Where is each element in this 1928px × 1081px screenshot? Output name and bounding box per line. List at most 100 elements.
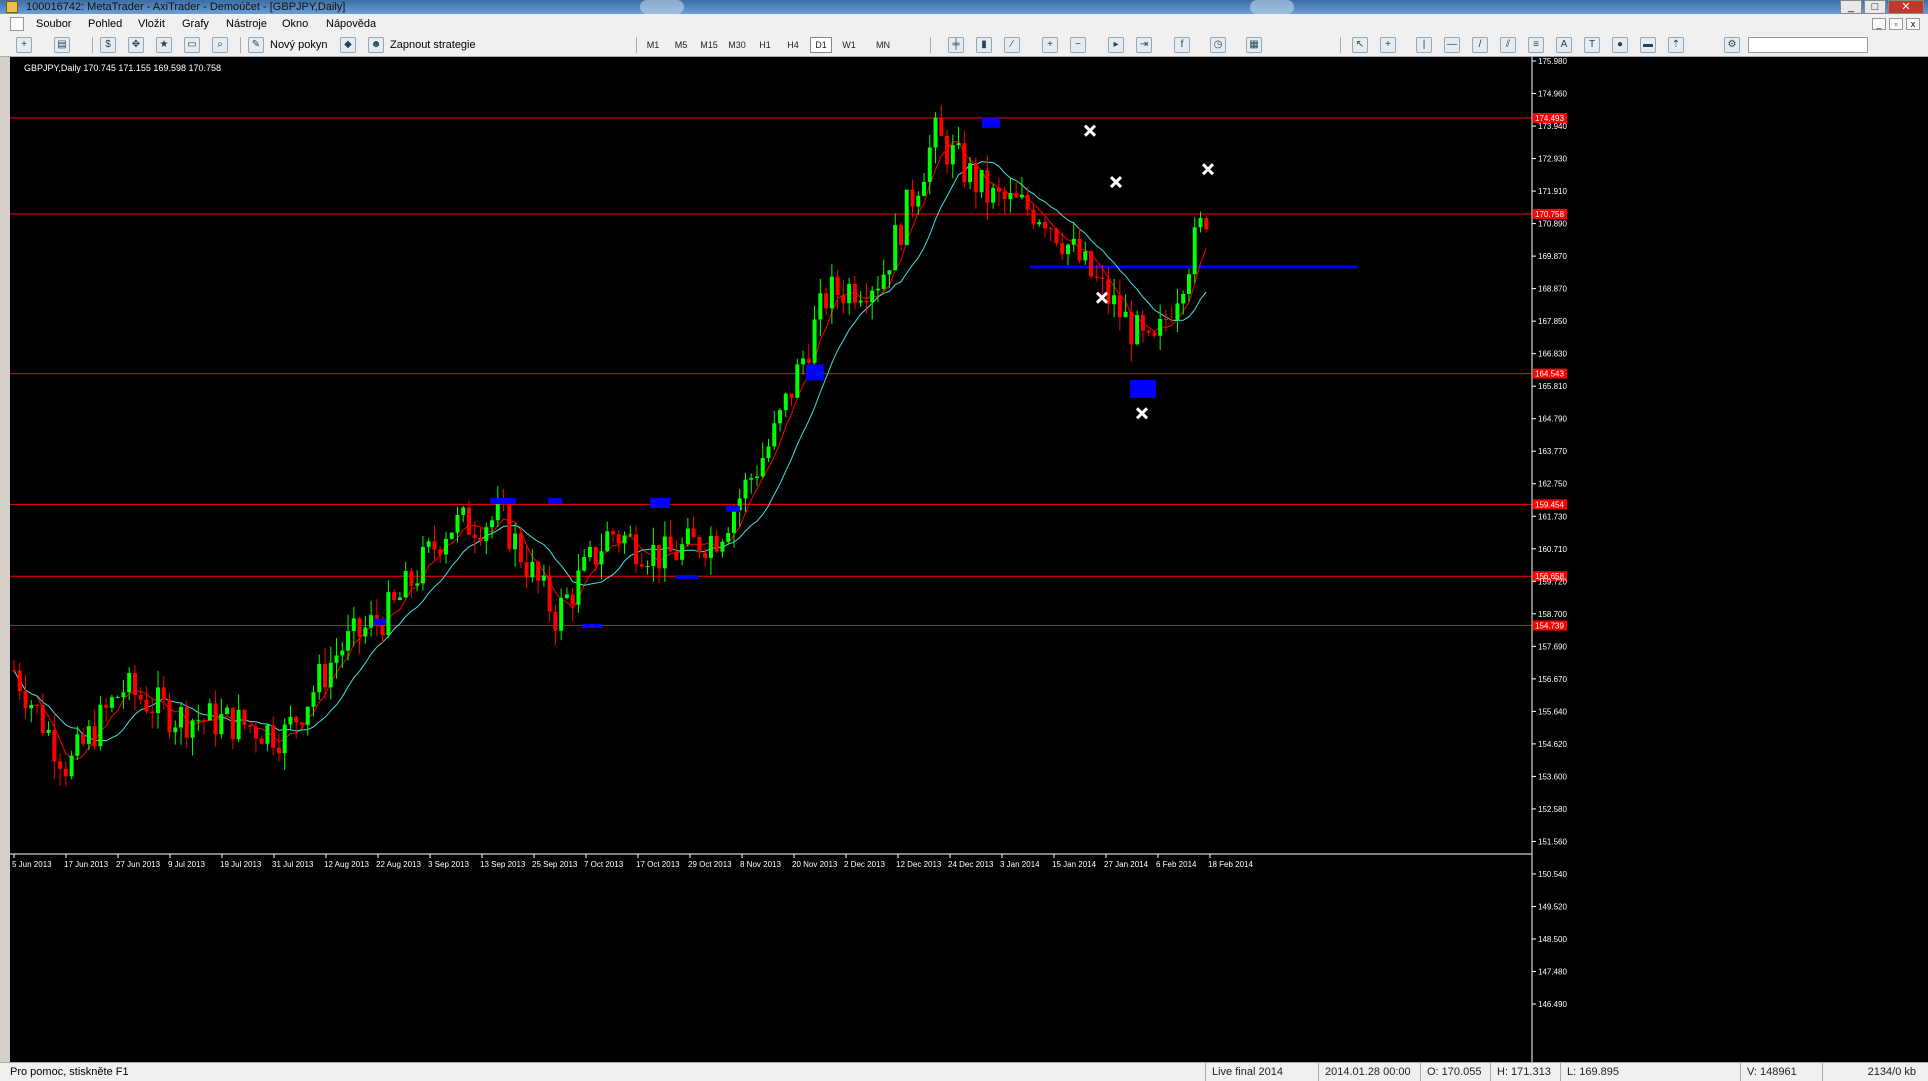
candle-body xyxy=(852,283,857,303)
enable-strategies-button[interactable]: Zapnout strategie xyxy=(390,37,476,53)
chart-window-icon[interactable] xyxy=(10,17,24,31)
candle-body xyxy=(547,575,552,612)
mdi-minimize-button[interactable]: _ xyxy=(1872,18,1886,30)
candle-body xyxy=(1094,276,1099,278)
cursor-icon[interactable]: ↖ xyxy=(1352,37,1368,53)
indicators-icon[interactable]: f xyxy=(1174,37,1190,53)
candle-body xyxy=(409,570,414,586)
templates-icon[interactable]: ▦ xyxy=(1246,37,1262,53)
tester-icon[interactable]: ⌕ xyxy=(212,37,228,53)
candle-body xyxy=(939,117,944,136)
trendline-icon[interactable]: / xyxy=(1472,37,1488,53)
new-chart-icon[interactable]: + xyxy=(16,37,32,53)
timeframe-m1[interactable]: M1 xyxy=(642,37,664,53)
fibonacci-icon[interactable]: ≡ xyxy=(1528,37,1544,53)
menu-napoveda[interactable]: Nápověda xyxy=(326,14,376,34)
candle-body xyxy=(155,687,160,714)
mdi-restore-button[interactable]: ▫ xyxy=(1889,18,1903,30)
candle-body xyxy=(115,697,120,699)
close-button[interactable]: ✕ xyxy=(1888,0,1924,14)
price-label: 149.520 xyxy=(1538,902,1567,911)
zoom-in-icon[interactable]: + xyxy=(1042,37,1058,53)
profiles-icon[interactable]: ▤ xyxy=(54,37,70,53)
crosshair-icon[interactable]: + xyxy=(1380,37,1396,53)
zoom-out-icon[interactable]: − xyxy=(1070,37,1086,53)
equidistant-channel-icon[interactable]: ⫽ xyxy=(1500,37,1516,53)
timeframe-h4[interactable]: H4 xyxy=(782,37,804,53)
menu-vlozit[interactable]: Vložit xyxy=(138,14,165,34)
toolbar: + ▤ $ ✥ ★ ▭ ⌕ ✎ Nový pokyn ◆ ☻ Zapnout s… xyxy=(0,34,1928,57)
time-label: 17 Oct 2013 xyxy=(636,860,680,869)
strategies-icon[interactable]: ☻ xyxy=(368,37,384,53)
candle-body xyxy=(299,722,304,725)
candle-body xyxy=(1077,238,1082,261)
timeframe-w1[interactable]: W1 xyxy=(838,37,860,53)
timeframe-h1[interactable]: H1 xyxy=(754,37,776,53)
candle-body xyxy=(150,711,155,714)
mdi-close-button[interactable]: x xyxy=(1906,18,1920,30)
market-watch-icon[interactable]: $ xyxy=(100,37,116,53)
price-label: 161.730 xyxy=(1538,512,1567,521)
candle-body xyxy=(651,544,656,567)
candle-body xyxy=(1198,217,1203,228)
menu-nastroje[interactable]: Nástroje xyxy=(226,14,267,34)
timeframe-m5[interactable]: M5 xyxy=(670,37,692,53)
rectangle-icon[interactable]: ▬ xyxy=(1640,37,1656,53)
open-status: O: 170.055 xyxy=(1420,1063,1490,1081)
candle-body xyxy=(875,288,880,291)
arrows-icon[interactable]: ⇡ xyxy=(1668,37,1684,53)
periods-icon[interactable]: ◷ xyxy=(1210,37,1226,53)
candle-body xyxy=(582,557,587,571)
candle-body xyxy=(743,479,748,499)
candle-body xyxy=(490,520,495,528)
menu-pohled[interactable]: Pohled xyxy=(88,14,122,34)
candle-body xyxy=(253,726,258,739)
menu-okno[interactable]: Okno xyxy=(282,14,308,34)
autoscroll-icon[interactable]: ▸ xyxy=(1108,37,1124,53)
ellipse-icon[interactable]: ● xyxy=(1612,37,1628,53)
candle-body xyxy=(127,672,132,693)
candle-body xyxy=(806,358,811,363)
bar-chart-icon[interactable]: ╪ xyxy=(948,37,964,53)
text-icon[interactable]: A xyxy=(1556,37,1572,53)
candle-body xyxy=(616,534,621,544)
maximize-button[interactable]: □ xyxy=(1864,0,1886,14)
highlight-box xyxy=(806,364,824,381)
terminal-icon[interactable]: ▭ xyxy=(184,37,200,53)
candle-body xyxy=(461,507,466,515)
menu-soubor[interactable]: Soubor xyxy=(36,14,71,34)
candle-body xyxy=(1117,295,1122,318)
candle-body xyxy=(1014,193,1019,198)
text-label-icon[interactable]: T xyxy=(1584,37,1600,53)
candle-body xyxy=(674,551,679,560)
candlestick-icon[interactable]: ▮ xyxy=(976,37,992,53)
navigator-icon[interactable]: ★ xyxy=(156,37,172,53)
price-chart[interactable]: 174.493170.758164.543159.454156.658154.7… xyxy=(10,57,1928,1062)
cross-marker xyxy=(1095,291,1109,304)
chart-shift-icon[interactable]: ⇥ xyxy=(1136,37,1152,53)
timeframe-m15[interactable]: M15 xyxy=(698,37,720,53)
price-label: 170.890 xyxy=(1538,220,1567,229)
new-order-button[interactable]: Nový pokyn xyxy=(270,37,327,53)
horizontal-line-icon[interactable]: — xyxy=(1444,37,1460,53)
minimize-button[interactable]: _ xyxy=(1840,0,1862,14)
price-label: 158.700 xyxy=(1538,610,1567,619)
time-label: 29 Oct 2013 xyxy=(688,860,732,869)
timeframe-m30[interactable]: M30 xyxy=(726,37,748,53)
toolbar-separator xyxy=(92,37,93,53)
timeframe-mn[interactable]: MN xyxy=(872,37,894,53)
candle-body xyxy=(109,697,114,708)
line-chart-icon[interactable]: ∕ xyxy=(1004,37,1020,53)
settings-icon[interactable]: ⚙ xyxy=(1724,37,1740,53)
strategy-tester-icon[interactable]: ◆ xyxy=(340,37,356,53)
chart-window[interactable]: 174.493 170.758 164.543 159.454 156.658 154.7… xyxy=(10,57,1928,1062)
timeframe-d1[interactable]: D1 xyxy=(810,37,832,53)
data-window-icon[interactable]: ✥ xyxy=(128,37,144,53)
menu-grafy[interactable]: Grafy xyxy=(182,14,209,34)
candle-body xyxy=(92,726,97,747)
candle-body xyxy=(179,707,184,728)
new-order-icon[interactable]: ✎ xyxy=(248,37,264,53)
candle-body xyxy=(507,503,512,550)
search-input[interactable] xyxy=(1748,37,1868,53)
vertical-line-icon[interactable]: | xyxy=(1416,37,1432,53)
